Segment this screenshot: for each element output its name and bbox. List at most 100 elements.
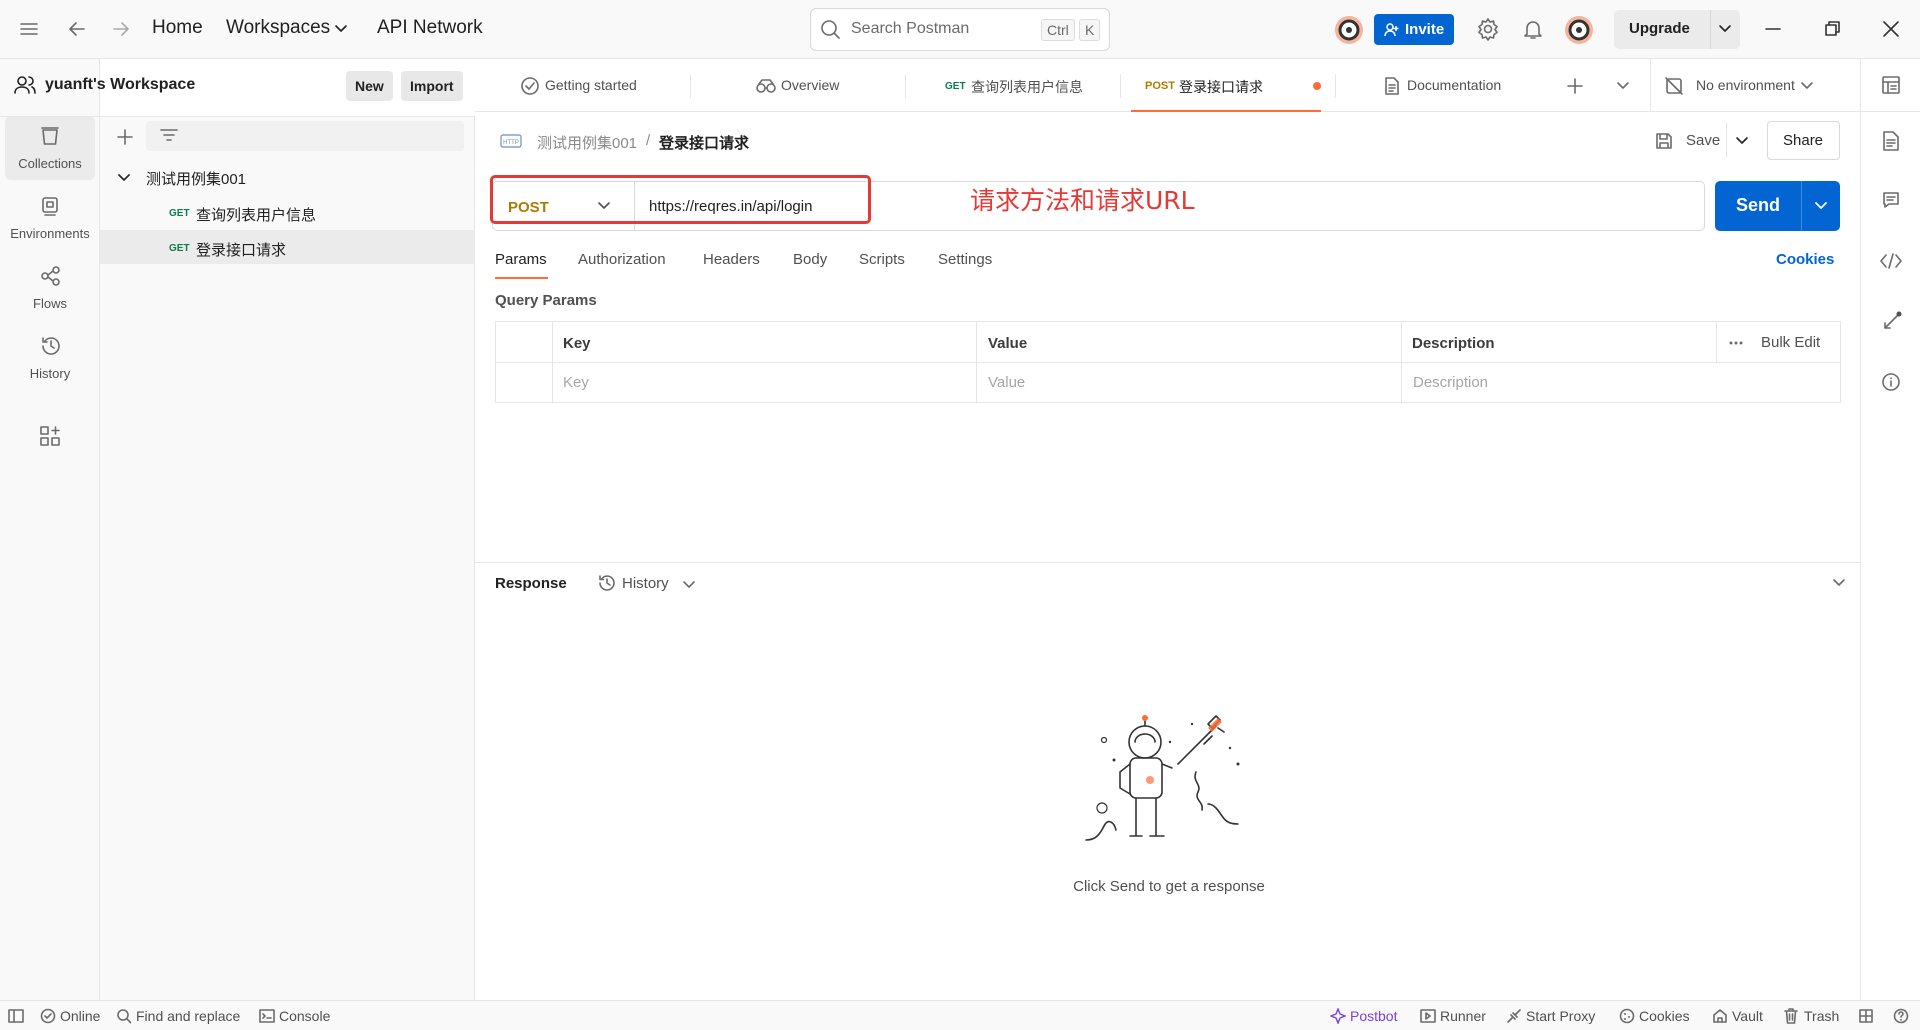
trash-icon (1784, 1008, 1798, 1024)
code-icon[interactable] (1879, 252, 1903, 270)
rail-item-history[interactable]: History (5, 326, 95, 390)
svg-text:HTTP: HTTP (503, 140, 519, 146)
start-proxy-button[interactable]: Start Proxy (1526, 1008, 1595, 1024)
add-icon[interactable] (116, 128, 134, 146)
runner-button[interactable]: Runner (1440, 1008, 1486, 1024)
cookies-link[interactable]: Cookies (1776, 251, 1834, 268)
notifications-bell-icon[interactable] (1521, 17, 1545, 41)
user-avatar[interactable] (1564, 15, 1594, 45)
rail-label: Environments (10, 226, 90, 241)
request-name: 登录接口请求 (196, 242, 287, 259)
invite-button[interactable]: Invite (1374, 14, 1454, 45)
upgrade-divider (1710, 10, 1711, 49)
toggle-sidebar-icon[interactable] (8, 1009, 24, 1023)
tab-scripts[interactable]: Scripts (859, 251, 905, 268)
tab-getting-started[interactable]: Getting started (520, 59, 690, 112)
more-options-icon[interactable] (1729, 340, 1743, 346)
collapse-response-icon[interactable] (1832, 578, 1846, 588)
vault-button[interactable]: Vault (1732, 1008, 1763, 1024)
add-user-icon (1384, 22, 1400, 38)
new-button[interactable]: New (346, 71, 393, 101)
close-window-icon[interactable] (1882, 20, 1900, 38)
chevron-down-icon[interactable] (118, 173, 130, 183)
response-history-button[interactable]: History (622, 575, 669, 592)
postbot-button[interactable]: Postbot (1350, 1008, 1397, 1024)
chevron-down-icon[interactable] (1814, 201, 1828, 211)
tab-get-request[interactable]: GET 查询列表用户信息 (945, 59, 1125, 112)
upgrade-button[interactable]: Upgrade (1614, 10, 1740, 49)
list-item[interactable]: GET 登录接口请求 (100, 230, 475, 264)
menu-icon[interactable] (18, 20, 40, 38)
breadcrumb-collection[interactable]: 测试用例集001 (537, 132, 637, 153)
help-icon[interactable] (1893, 1008, 1909, 1024)
environment-quick-look[interactable] (1860, 59, 1920, 112)
tab-authorization[interactable]: Authorization (578, 251, 666, 268)
chevron-down-icon[interactable] (1616, 81, 1630, 91)
documentation-icon[interactable] (1881, 130, 1901, 152)
invite-label: Invite (1405, 21, 1445, 38)
nav-home[interactable]: Home (152, 17, 203, 39)
send-button[interactable]: Send (1715, 181, 1840, 231)
collection-name[interactable]: 测试用例集001 (146, 168, 246, 189)
share-button[interactable]: Share (1767, 121, 1840, 160)
response-divider[interactable] (475, 562, 1860, 563)
breadcrumb-request[interactable]: 登录接口请求 (659, 132, 749, 153)
rail-item-collections[interactable]: Collections (5, 116, 95, 180)
info-icon[interactable] (1881, 372, 1901, 392)
online-check-icon (40, 1008, 56, 1024)
share-label: Share (1783, 132, 1824, 149)
description-input[interactable]: Description (1402, 363, 1840, 402)
bulk-edit-button[interactable]: Bulk Edit (1761, 334, 1820, 351)
tab-headers[interactable]: Headers (703, 251, 760, 268)
layout-grid-icon[interactable] (1859, 1009, 1873, 1023)
tab-overview[interactable]: Overview (755, 59, 935, 112)
rail-label: Flows (33, 296, 67, 311)
forward-arrow-icon[interactable] (110, 18, 132, 40)
search-icon (116, 1008, 132, 1024)
method-badge: GET (169, 208, 190, 219)
import-button[interactable]: Import (401, 71, 463, 101)
value-input[interactable]: Value (977, 363, 1401, 402)
back-arrow-icon[interactable] (66, 18, 88, 40)
response-title: Response (495, 575, 567, 592)
column-header-value: Value (988, 335, 1028, 352)
workspace-name[interactable]: yuanft's Workspace (45, 76, 195, 94)
save-button[interactable]: Save (1686, 132, 1720, 149)
new-tab-plus-icon[interactable] (1566, 77, 1584, 95)
chevron-down-icon[interactable] (682, 580, 696, 590)
key-input[interactable]: Key (553, 363, 976, 402)
settings-gear-icon[interactable] (1476, 17, 1500, 41)
comments-icon[interactable] (1881, 190, 1901, 210)
chevron-down-icon[interactable] (1718, 24, 1732, 34)
team-avatar-icon[interactable] (1334, 15, 1364, 45)
find-replace-button[interactable]: Find and replace (136, 1008, 240, 1024)
list-item[interactable]: GET 查询列表用户信息 (100, 195, 475, 229)
environment-selector[interactable]: No environment (1650, 59, 1820, 112)
query-params-table: Key Value Description Bulk Edit Key Valu… (495, 321, 1841, 403)
rail-label: History (29, 366, 71, 381)
rail-item-flows[interactable]: Flows (5, 256, 95, 320)
minimize-icon[interactable] (1764, 22, 1782, 36)
cookie-icon (1619, 1008, 1635, 1024)
search-input[interactable]: Search Postman Ctrl K (810, 8, 1110, 51)
cookies-button[interactable]: Cookies (1639, 1008, 1690, 1024)
configure-workbench-icon[interactable] (39, 425, 61, 447)
rail-label: Collections (18, 156, 82, 171)
tab-body[interactable]: Body (793, 251, 827, 268)
related-collections-icon[interactable] (1881, 310, 1903, 332)
online-status[interactable]: Online (60, 1008, 100, 1024)
nav-workspaces[interactable]: Workspaces (226, 17, 330, 39)
method-badge: GET (945, 81, 966, 92)
tab-settings[interactable]: Settings (938, 251, 992, 268)
trash-button[interactable]: Trash (1804, 1008, 1839, 1024)
tab-documentation[interactable]: Documentation (1383, 59, 1543, 112)
nav-api-network[interactable]: API Network (377, 17, 483, 39)
filter-input[interactable] (146, 121, 464, 151)
restore-window-icon[interactable] (1824, 20, 1842, 38)
tab-post-request[interactable]: POST 登录接口请求 (1131, 59, 1321, 112)
column-header-description: Description (1412, 335, 1495, 352)
chevron-down-icon[interactable] (1735, 136, 1749, 146)
tab-params[interactable]: Params (495, 251, 547, 268)
rail-item-environments[interactable]: Environments (5, 186, 95, 250)
console-button[interactable]: Console (279, 1008, 330, 1024)
